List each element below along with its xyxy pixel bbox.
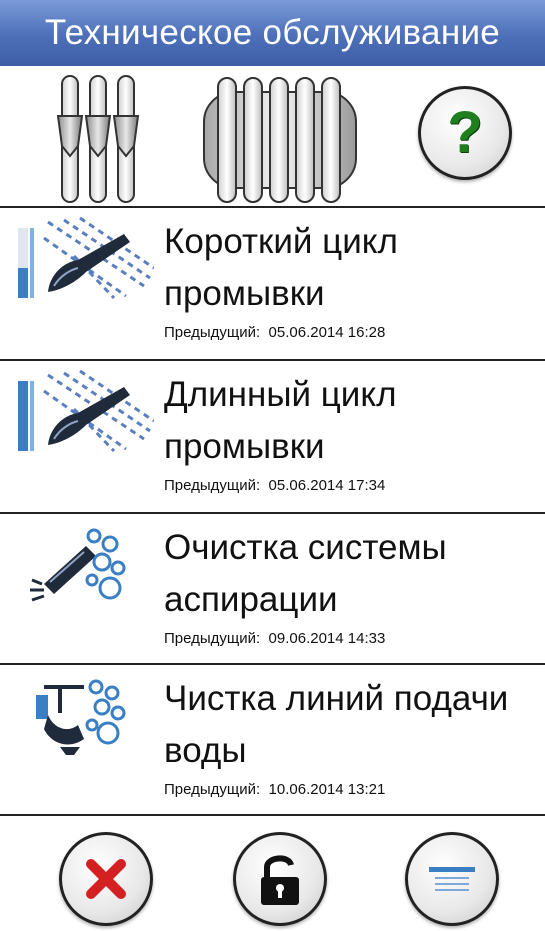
- menu-icon: [429, 867, 475, 891]
- item-title-line2: промывки: [164, 274, 325, 313]
- title-bar: Техническое обслуживание: [0, 0, 545, 66]
- item-title-line1: Короткий цикл: [164, 222, 398, 261]
- item-title-line1: Очистка системы: [164, 528, 447, 567]
- item-title-line2: аспирации: [164, 580, 338, 619]
- help-button[interactable]: ?: [418, 86, 512, 180]
- close-icon: [86, 859, 126, 899]
- unlock-icon: [261, 855, 299, 905]
- last-run-label: Предыдущий:: [164, 781, 261, 798]
- last-run-value: 10.06.2014 13:21: [268, 781, 386, 798]
- triple-slider-icon[interactable]: [48, 72, 148, 208]
- last-run-value: 09.06.2014 14:33: [268, 630, 386, 647]
- list-item-long-flush[interactable]: Длинный цикл промывки Предыдущий: 05.06.…: [0, 361, 545, 511]
- menu-button[interactable]: [405, 832, 499, 926]
- item-title: Короткий цикл промывки: [164, 216, 539, 320]
- item-title: Длинный цикл промывки: [164, 369, 539, 473]
- item-title: Чистка линий подачи воды: [164, 673, 539, 777]
- page-title: Техническое обслуживание: [44, 13, 501, 52]
- item-title-line1: Длинный цикл: [164, 375, 397, 414]
- last-run-label: Предыдущий:: [164, 324, 261, 341]
- last-run-value: 05.06.2014 16:28: [268, 324, 386, 341]
- help-icon: ?: [447, 100, 483, 165]
- list-item-short-flush[interactable]: Короткий цикл промывки Предыдущий: 05.06…: [0, 208, 545, 358]
- item-title-line2: воды: [164, 731, 247, 770]
- divider: [0, 814, 545, 816]
- instrument-rack-icon[interactable]: [200, 76, 360, 204]
- last-run: Предыдущий: 09.06.2014 14:33: [164, 630, 385, 647]
- item-title-line2: промывки: [164, 427, 325, 466]
- item-title-line1: Чистка линий подачи: [164, 679, 509, 718]
- last-run: Предыдущий: 05.06.2014 16:28: [164, 324, 385, 341]
- waterline-cleaning-icon: [36, 679, 126, 755]
- short-flush-icon: [18, 216, 154, 300]
- last-run-label: Предыдущий:: [164, 477, 261, 494]
- long-flush-icon: [18, 369, 154, 453]
- unlock-button[interactable]: [233, 832, 327, 926]
- last-run: Предыдущий: 05.06.2014 17:34: [164, 477, 385, 494]
- list-item-waterline-cleaning[interactable]: Чистка линий подачи воды Предыдущий: 10.…: [0, 665, 545, 815]
- item-title: Очистка системы аспирации: [164, 522, 539, 626]
- last-run-value: 05.06.2014 17:34: [268, 477, 386, 494]
- suction-cleaning-icon: [30, 528, 126, 602]
- last-run-label: Предыдущий:: [164, 630, 261, 647]
- last-run: Предыдущий: 10.06.2014 13:21: [164, 781, 385, 798]
- close-button[interactable]: [59, 832, 153, 926]
- list-item-suction-cleaning[interactable]: Очистка системы аспирации Предыдущий: 09…: [0, 514, 545, 664]
